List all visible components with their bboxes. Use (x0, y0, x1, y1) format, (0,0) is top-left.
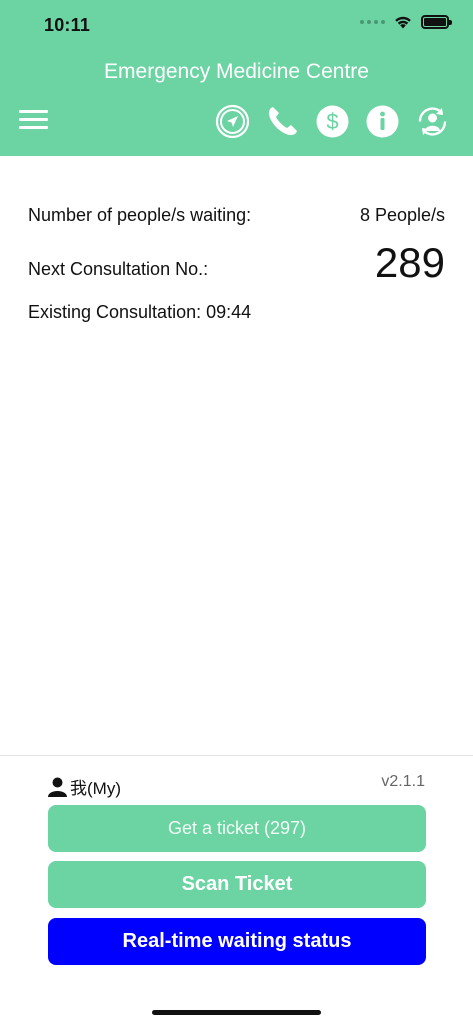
existing-consultation-row: Existing Consultation: 09:44 (28, 302, 445, 323)
app-screen: 10:11 Emergency Medicine Centre $ Number… (0, 0, 473, 1024)
waiting-row: Number of people/s waiting: 8 People/s (28, 196, 445, 226)
signal-icon (360, 19, 385, 24)
waiting-value: 8 People/s (359, 205, 445, 225)
existing-consultation-label: Existing Consultation: (28, 302, 202, 322)
existing-consultation-time: 09:44 (206, 302, 252, 322)
scan-ticket-button[interactable]: Scan Ticket (48, 861, 426, 908)
phone-icon[interactable] (265, 104, 300, 139)
menu-icon[interactable] (19, 108, 48, 130)
app-version: v2.1.1 (381, 773, 425, 790)
user-refresh-icon[interactable] (415, 104, 450, 139)
waiting-label: Number of people/s waiting: (28, 205, 252, 225)
bottom-panel: 我(My) v2.1.1 Get a ticket (297) Scan Tic… (0, 755, 473, 1024)
status-time: 10:11 (44, 15, 91, 35)
battery-icon (421, 14, 452, 29)
status-icons (360, 14, 452, 29)
my-account-link[interactable]: 我(My) (48, 774, 121, 799)
get-ticket-button[interactable]: Get a ticket (297) (48, 805, 426, 852)
home-indicator[interactable] (152, 1010, 321, 1015)
svg-text:$: $ (326, 109, 338, 134)
my-account-label: 我(My) (70, 779, 121, 798)
page-title: Emergency Medicine Centre (104, 60, 369, 83)
wifi-icon (395, 16, 411, 29)
app-header: 10:11 Emergency Medicine Centre $ (0, 0, 473, 156)
waiting-status-button[interactable]: Real-time waiting status (48, 918, 426, 965)
header-toolbar: $ (215, 104, 450, 139)
info-icon[interactable] (365, 104, 400, 139)
next-consultation-row: Next Consultation No.: 289 (28, 238, 445, 284)
dollar-icon[interactable]: $ (315, 104, 350, 139)
next-consultation-label: Next Consultation No.: (28, 259, 209, 279)
person-icon (48, 777, 67, 797)
queue-info: Number of people/s waiting: 8 People/s N… (28, 196, 445, 323)
location-icon[interactable] (215, 104, 250, 139)
next-consultation-number: 289 (374, 239, 445, 286)
